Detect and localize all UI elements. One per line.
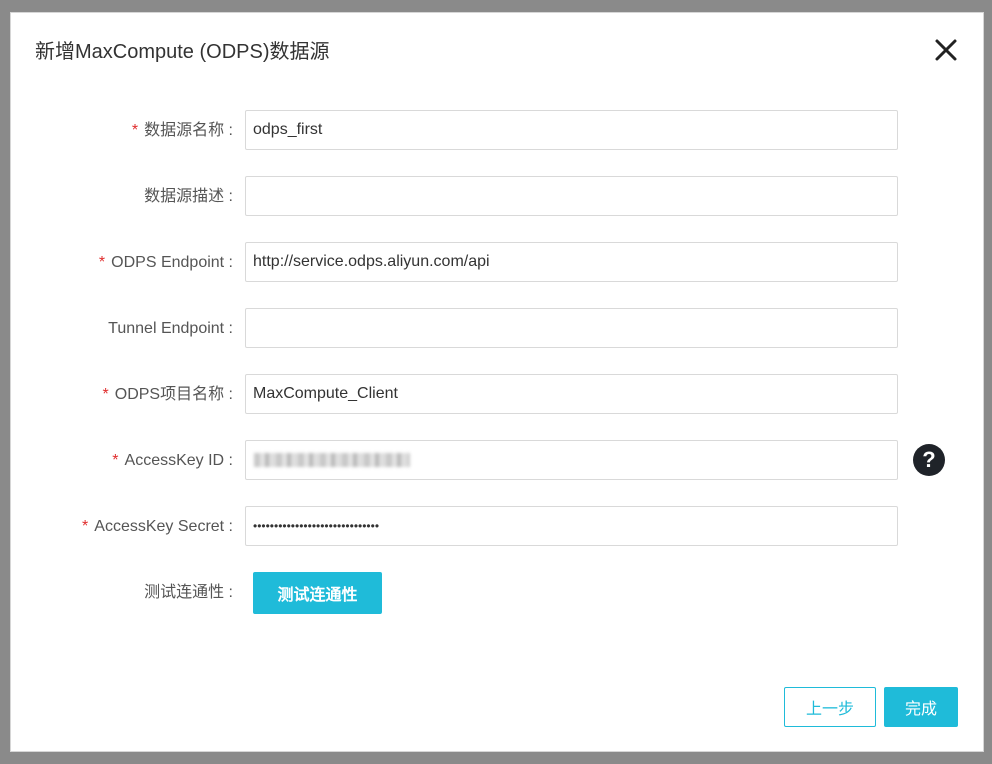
add-datasource-dialog: 新增MaxCompute (ODPS)数据源 *数据源名称 : 数据源描述 : …: [10, 12, 984, 752]
tunnel-endpoint-input[interactable]: [245, 308, 898, 348]
question-circle-icon[interactable]: ?: [913, 444, 945, 476]
form-row-datasource-desc: 数据源描述 :: [11, 176, 985, 218]
redacted-value: [254, 453, 410, 467]
accesskey-secret-label: * AccessKey Secret :: [82, 518, 233, 535]
datasource-desc-label: 数据源描述 :: [144, 188, 233, 205]
datasource-name-input[interactable]: [245, 110, 898, 150]
required-mark: *: [102, 386, 109, 403]
form-row-odps-project: * ODPS项目名称 :: [11, 374, 985, 416]
odps-endpoint-label: * ODPS Endpoint :: [98, 254, 233, 271]
close-icon[interactable]: [931, 35, 961, 65]
form-row-accesskey-secret: * AccessKey Secret : ••••••••••••••••••••…: [11, 506, 985, 548]
form-row-test-connection: 测试连通性 : 测试连通性: [11, 572, 985, 614]
prev-step-button[interactable]: 上一步: [784, 687, 876, 727]
form-row-tunnel-endpoint: Tunnel Endpoint :: [11, 308, 985, 350]
required-mark: *: [82, 518, 89, 535]
form-row-accesskey-id: * AccessKey ID : ?: [11, 440, 985, 482]
form-row-datasource-name: * 数据源名称 :: [11, 110, 985, 152]
required-mark: *: [98, 254, 106, 271]
datasource-name-label: * 数据源名称 :: [131, 122, 233, 139]
dialog-title: 新增MaxCompute (ODPS)数据源: [35, 41, 330, 63]
form-row-odps-endpoint: * ODPS Endpoint :: [11, 242, 985, 284]
accesskey-id-input[interactable]: [245, 440, 898, 480]
odps-project-input[interactable]: [245, 374, 898, 414]
test-connection-label: 测试连通性 :: [144, 584, 233, 601]
required-mark: *: [131, 122, 139, 139]
accesskey-secret-input[interactable]: ••••••••••••••••••••••••••••••: [245, 506, 898, 546]
odps-project-label: * ODPS项目名称 :: [102, 386, 233, 403]
test-connection-button[interactable]: 测试连通性: [253, 572, 382, 614]
tunnel-endpoint-label: Tunnel Endpoint :: [108, 320, 233, 337]
done-button[interactable]: 完成: [884, 687, 958, 727]
odps-endpoint-input[interactable]: [245, 242, 898, 282]
required-mark: *: [112, 452, 119, 469]
datasource-desc-input[interactable]: [245, 176, 898, 216]
accesskey-id-label: * AccessKey ID :: [112, 452, 233, 469]
